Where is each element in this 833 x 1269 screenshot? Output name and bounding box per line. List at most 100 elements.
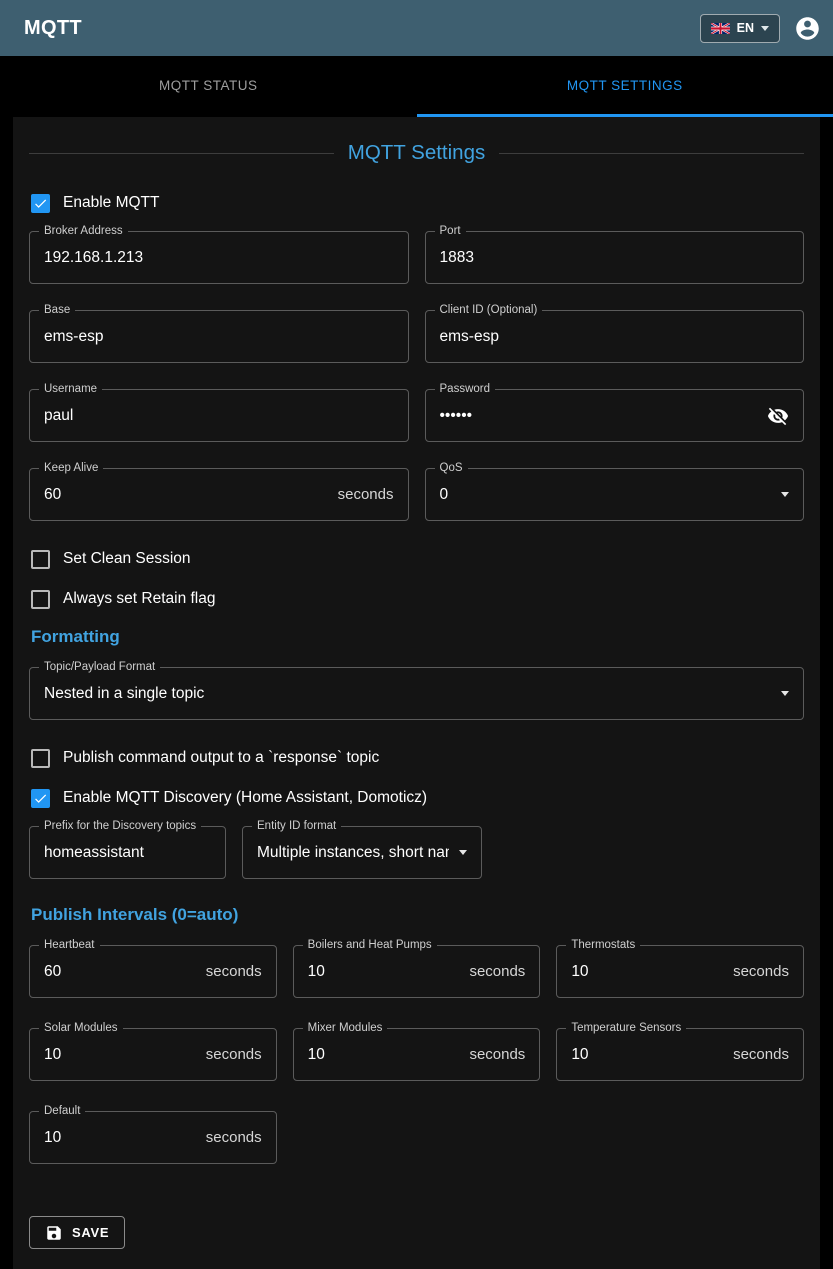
solar-modules-field: Solar Modules seconds	[29, 1028, 277, 1081]
topic-format-select[interactable]: Topic/Payload Format Nested in a single …	[29, 667, 804, 720]
unit-suffix: seconds	[469, 963, 525, 980]
unit-suffix: seconds	[206, 1129, 262, 1146]
form-row: Broker Address Port	[29, 231, 804, 284]
unit-suffix: seconds	[733, 1046, 789, 1063]
field-label: Temperature Sensors	[566, 1022, 686, 1034]
field-label: Mixer Modules	[303, 1022, 388, 1034]
checkbox-unchecked-icon	[31, 550, 50, 569]
field-label: Heartbeat	[39, 939, 100, 951]
thermostats-input[interactable]	[571, 963, 723, 981]
checkbox-label: Set Clean Session	[63, 550, 191, 568]
field-label: Keep Alive	[39, 462, 103, 474]
tab-bar: MQTT STATUS MQTT SETTINGS	[0, 56, 833, 117]
heartbeat-input[interactable]	[44, 963, 196, 981]
solar-modules-input[interactable]	[44, 1046, 196, 1064]
default-interval-field: Default seconds	[29, 1111, 277, 1164]
publish-intervals-heading: Publish Intervals (0=auto)	[31, 905, 804, 925]
default-interval-input[interactable]	[44, 1129, 196, 1147]
topic-format-value: Nested in a single topic	[44, 685, 771, 703]
checkbox-checked-icon	[31, 194, 50, 213]
username-input[interactable]	[44, 407, 394, 425]
intervals-row: Heartbeat seconds Boilers and Heat Pumps…	[29, 945, 804, 998]
field-label: Default	[39, 1105, 85, 1117]
chevron-down-icon	[459, 850, 467, 855]
password-input[interactable]	[440, 407, 758, 425]
entity-id-format-value: Multiple instances, short name	[257, 844, 449, 862]
unit-suffix: seconds	[733, 963, 789, 980]
appbar-actions: EN	[700, 14, 821, 43]
form-row: Topic/Payload Format Nested in a single …	[29, 667, 804, 720]
client-id-field: Client ID (Optional)	[425, 310, 805, 363]
unit-suffix: seconds	[206, 963, 262, 980]
port-input[interactable]	[440, 249, 790, 267]
temperature-sensors-input[interactable]	[571, 1046, 723, 1064]
username-field: Username	[29, 389, 409, 442]
field-label: Topic/Payload Format	[39, 661, 160, 673]
qos-value: 0	[440, 486, 772, 504]
field-label: Entity ID format	[252, 820, 341, 832]
entity-id-format-select[interactable]: Entity ID format Multiple instances, sho…	[242, 826, 482, 879]
field-label: Prefix for the Discovery topics	[39, 820, 201, 832]
thermostats-field: Thermostats seconds	[556, 945, 804, 998]
boilers-input[interactable]	[308, 963, 460, 981]
chevron-down-icon	[761, 26, 769, 31]
checkbox-unchecked-icon	[31, 749, 50, 768]
checkbox-label: Enable MQTT Discovery (Home Assistant, D…	[63, 789, 427, 807]
field-label: Boilers and Heat Pumps	[303, 939, 437, 951]
clean-session-checkbox[interactable]: Set Clean Session	[31, 547, 804, 571]
chevron-down-icon	[781, 691, 789, 696]
uk-flag-icon	[711, 23, 730, 34]
field-label: Username	[39, 383, 102, 395]
keep-alive-input[interactable]	[44, 486, 328, 504]
field-label: Solar Modules	[39, 1022, 123, 1034]
unit-suffix: seconds	[338, 486, 394, 503]
base-input[interactable]	[44, 328, 394, 346]
boilers-field: Boilers and Heat Pumps seconds	[293, 945, 541, 998]
page-title-divider: MQTT Settings	[29, 141, 804, 165]
client-id-input[interactable]	[440, 328, 790, 346]
unit-suffix: seconds	[469, 1046, 525, 1063]
save-icon	[45, 1224, 63, 1242]
language-selector-button[interactable]: EN	[700, 14, 780, 43]
visibility-off-icon[interactable]	[767, 405, 789, 427]
form-row: Prefix for the Discovery topics Entity I…	[29, 826, 804, 879]
enable-mqtt-checkbox[interactable]: Enable MQTT	[31, 191, 804, 215]
formatting-heading: Formatting	[31, 627, 804, 647]
password-field: Password	[425, 389, 805, 442]
field-label: Broker Address	[39, 225, 128, 237]
tab-mqtt-settings[interactable]: MQTT SETTINGS	[417, 56, 833, 117]
form-row: Username Password	[29, 389, 804, 442]
mixer-modules-input[interactable]	[308, 1046, 460, 1064]
field-label: Base	[39, 304, 75, 316]
divider-line	[499, 153, 804, 154]
account-circle-icon	[794, 15, 821, 42]
qos-select[interactable]: QoS 0	[425, 468, 805, 521]
intervals-row: Default seconds	[29, 1111, 804, 1164]
tab-mqtt-status[interactable]: MQTT STATUS	[0, 56, 417, 117]
keep-alive-field: Keep Alive seconds	[29, 468, 409, 521]
publish-response-checkbox[interactable]: Publish command output to a `response` t…	[31, 746, 804, 770]
app-bar: MQTT EN	[0, 0, 833, 56]
chevron-down-icon	[781, 492, 789, 497]
port-field: Port	[425, 231, 805, 284]
mqtt-discovery-checkbox[interactable]: Enable MQTT Discovery (Home Assistant, D…	[31, 786, 804, 810]
field-label: Client ID (Optional)	[435, 304, 543, 316]
field-label: QoS	[435, 462, 468, 474]
language-label: EN	[737, 21, 754, 35]
mixer-modules-field: Mixer Modules seconds	[293, 1028, 541, 1081]
checkbox-label: Enable MQTT	[63, 194, 159, 212]
form-row: Keep Alive seconds QoS 0	[29, 468, 804, 521]
retain-flag-checkbox[interactable]: Always set Retain flag	[31, 587, 804, 611]
discovery-prefix-input[interactable]	[44, 844, 211, 862]
intervals-row: Solar Modules seconds Mixer Modules seco…	[29, 1028, 804, 1081]
app-title: MQTT	[24, 17, 82, 40]
form-row: Base Client ID (Optional)	[29, 310, 804, 363]
checkbox-checked-icon	[31, 789, 50, 808]
save-button[interactable]: SAVE	[29, 1216, 125, 1249]
field-label: Port	[435, 225, 466, 237]
discovery-prefix-field: Prefix for the Discovery topics	[29, 826, 226, 879]
account-button[interactable]	[794, 15, 821, 42]
checkbox-label: Publish command output to a `response` t…	[63, 749, 379, 767]
broker-address-input[interactable]	[44, 249, 394, 267]
field-label: Thermostats	[566, 939, 640, 951]
